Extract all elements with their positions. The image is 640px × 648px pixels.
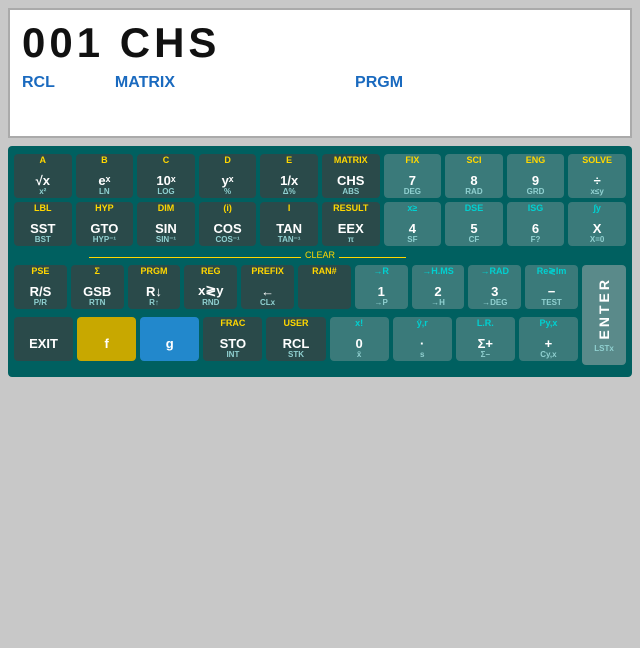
seven-btn[interactable]: FIX 7 DEG [384, 154, 442, 198]
multi-row-section: PSE R/S P/R Σ GSB RTN PRGM R↓ R↑ REG x≷y [14, 265, 626, 365]
dot-btn[interactable]: ŷ,r · s [393, 317, 452, 361]
rcl-btn[interactable]: USER RCL STK [266, 317, 325, 361]
button-row-4: EXIT f g FRAC STO INT [14, 317, 578, 361]
gsb-btn[interactable]: Σ GSB RTN [71, 265, 124, 309]
sto-btn[interactable]: FRAC STO INT [203, 317, 262, 361]
left-cols: PSE R/S P/R Σ GSB RTN PRGM R↓ R↑ REG x≷y [14, 265, 578, 365]
nine-btn[interactable]: ENG 9 GRD [507, 154, 565, 198]
enter-text: ENTER [596, 277, 612, 339]
matrix-label[interactable]: MATRIX [115, 74, 175, 92]
ran-btn[interactable]: RAN# [298, 265, 351, 309]
plus-btn[interactable]: Py,x + Cy,x [519, 317, 578, 361]
five-btn[interactable]: DSE 5 CF [445, 202, 503, 246]
bksp-btn[interactable]: PREFIX ← CLx [241, 265, 294, 309]
10x-btn[interactable]: C 10ˣ LOG [137, 154, 195, 198]
prgm-label[interactable]: PRGM [355, 74, 403, 92]
cos-btn[interactable]: (i) COS COS⁻¹ [199, 202, 257, 246]
zero-btn[interactable]: x! 0 x̄ [330, 317, 389, 361]
rs-btn[interactable]: PSE R/S P/R [14, 265, 67, 309]
times-btn[interactable]: ∫y X X=0 [568, 202, 626, 246]
eight-btn[interactable]: SCI 8 RAD [445, 154, 503, 198]
chs-btn[interactable]: MATRIX CHS ABS [322, 154, 380, 198]
rcl-label[interactable]: RCL [22, 74, 55, 92]
button-row-3: PSE R/S P/R Σ GSB RTN PRGM R↓ R↑ REG x≷y [14, 265, 578, 309]
sub-display: RCL MATRIX PRGM [22, 74, 618, 92]
div-btn[interactable]: SOLVE ÷ x≤y [568, 154, 626, 198]
clear-text: CLEAR [301, 250, 339, 260]
minus-btn[interactable]: Re≷Im − TEST [525, 265, 578, 309]
yx-btn[interactable]: D yˣ % [199, 154, 257, 198]
sqrt-btn[interactable]: A √x x² [14, 154, 72, 198]
main-display: 001 CHS [22, 18, 618, 68]
g-btn[interactable]: g [140, 317, 199, 361]
rdown-btn[interactable]: PRGM R↓ R↑ [128, 265, 181, 309]
eex-btn[interactable]: RESULT EEX π [322, 202, 380, 246]
one-btn[interactable]: →R 1 →P [355, 265, 408, 309]
tan-btn[interactable]: I TAN TAN⁻¹ [260, 202, 318, 246]
two-btn[interactable]: →H.MS 2 →H [412, 265, 465, 309]
xy-btn[interactable]: REG x≷y RND [184, 265, 237, 309]
inv-btn[interactable]: E 1/x Δ% [260, 154, 318, 198]
calc-body: A √x x² B eˣ LN C 10ˣ LOG D yˣ % E 1/x Δ… [8, 146, 632, 377]
gto-btn[interactable]: HYP GTO HYP⁻¹ [76, 202, 134, 246]
enter-btn[interactable]: ENTER LSTx [582, 265, 626, 365]
four-btn[interactable]: x≥ 4 SF [384, 202, 442, 246]
enter-section: ENTER LSTx [582, 265, 626, 365]
button-row-1: A √x x² B eˣ LN C 10ˣ LOG D yˣ % E 1/x Δ… [14, 154, 626, 198]
ex-btn[interactable]: B eˣ LN [76, 154, 134, 198]
sin-btn[interactable]: DIM SIN SIN⁻¹ [137, 202, 195, 246]
six-btn[interactable]: ISG 6 F? [507, 202, 565, 246]
exit-btn[interactable]: EXIT [14, 317, 73, 361]
clear-bar: CLEAR [14, 250, 626, 264]
display-area: 001 CHS RCL MATRIX PRGM [8, 8, 632, 138]
f-btn[interactable]: f [77, 317, 136, 361]
sst-btn[interactable]: LBL SST BST [14, 202, 72, 246]
three-btn[interactable]: →RAD 3 →DEG [468, 265, 521, 309]
enter-bottom: LSTx [594, 344, 614, 353]
button-row-2: LBL SST BST HYP GTO HYP⁻¹ DIM SIN SIN⁻¹ … [14, 202, 626, 246]
sigma-btn[interactable]: L.R. Σ+ Σ− [456, 317, 515, 361]
